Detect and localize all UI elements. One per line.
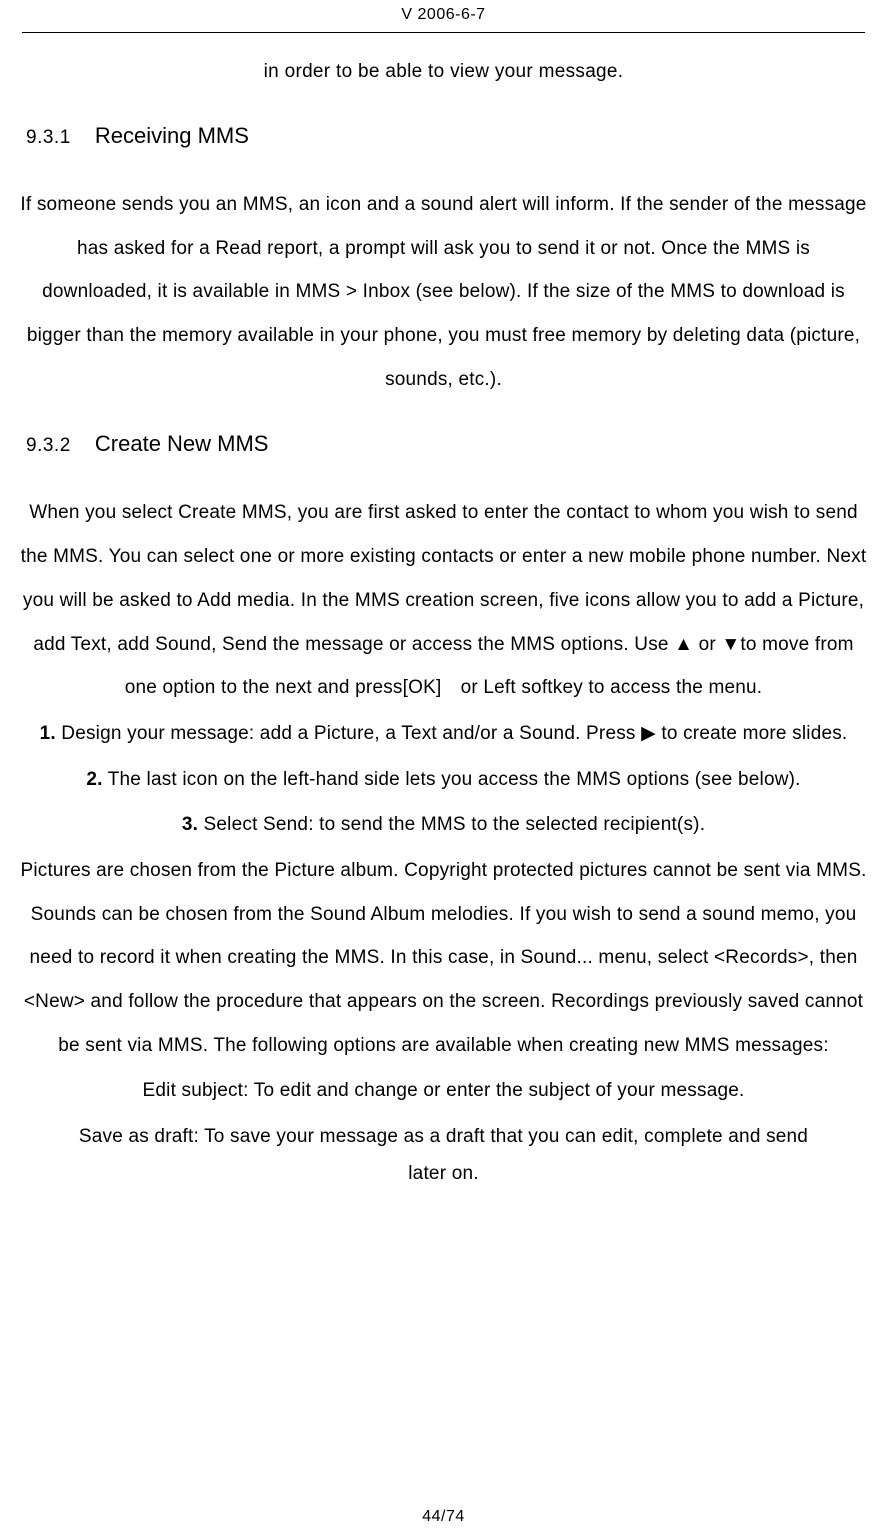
list-item-number: 1.	[40, 723, 56, 744]
page-number: 44/74	[422, 1508, 465, 1525]
list-item-text: Design your message: add a Picture, a Te…	[56, 723, 848, 744]
section-title: Create New MMS	[95, 431, 269, 456]
list-item-text: Select Send: to send the MMS to the sele…	[198, 814, 705, 835]
option-save-as-draft: Save as draft: To save your message as a…	[20, 1115, 867, 1159]
page-content: in order to be able to view your message…	[0, 33, 887, 1185]
continuation-text: later on.	[20, 1163, 867, 1185]
page-header: V 2006-6-7	[0, 0, 887, 32]
section-body-receiving-mms: If someone sends you an MMS, an icon and…	[20, 183, 867, 401]
list-item-number: 3.	[182, 814, 198, 835]
page-footer: 44/74	[0, 1508, 887, 1526]
list-item-text: The last icon on the left-hand side lets…	[103, 769, 801, 790]
section-number: 9.3.1	[26, 127, 71, 148]
section-title: Receiving MMS	[95, 123, 249, 148]
option-edit-subject: Edit subject: To edit and change or ente…	[20, 1069, 867, 1113]
section-body-create-part2: Pictures are chosen from the Picture alb…	[20, 849, 867, 1067]
list-item-number: 2.	[86, 769, 102, 790]
list-item-3: 3. Select Send: to send the MMS to the s…	[20, 803, 867, 847]
section-heading-create-new-mms: 9.3.2 Create New MMS	[20, 431, 867, 457]
version-text: V 2006-6-7	[401, 6, 485, 23]
list-item-2: 2. The last icon on the left-hand side l…	[20, 758, 867, 802]
section-body-create-part1: When you select Create MMS, you are firs…	[20, 491, 867, 709]
section-heading-receiving-mms: 9.3.1 Receiving MMS	[20, 123, 867, 149]
section-number: 9.3.2	[26, 435, 71, 456]
intro-line: in order to be able to view your message…	[20, 61, 867, 83]
list-item-1: 1. Design your message: add a Picture, a…	[20, 712, 867, 756]
